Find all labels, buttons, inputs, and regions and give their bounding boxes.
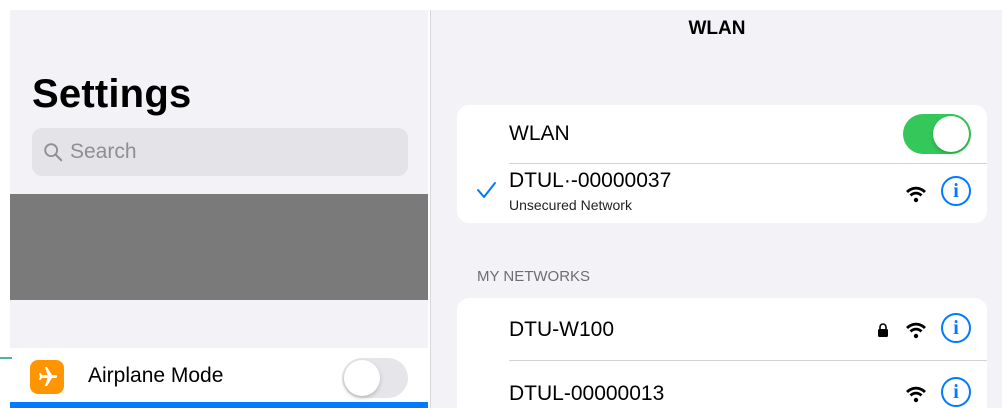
checkmark-icon (477, 182, 496, 198)
sidebar-item-airplane-mode[interactable]: Airplane Mode (10, 348, 428, 408)
my-networks-card: DTU-W100 i DTUL-00000013 i (457, 298, 987, 408)
nav-title: WLAN (688, 18, 746, 39)
wlan-toggle[interactable] (903, 114, 971, 154)
airplane-icon (30, 360, 64, 394)
wifi-icon (906, 386, 926, 403)
edge-marker (0, 357, 12, 359)
search-icon (44, 143, 63, 162)
toggle-knob (933, 116, 969, 152)
settings-sidebar: Settings Search Airplane Mode (10, 10, 428, 408)
page-title: Settings (32, 72, 192, 116)
divider (509, 360, 987, 361)
info-icon[interactable]: i (941, 176, 971, 206)
info-icon[interactable]: i (941, 313, 971, 343)
wifi-icon (906, 186, 926, 203)
toggle-knob (344, 360, 380, 396)
section-header-my-networks: MY NETWORKS (477, 268, 591, 285)
wlan-card: WLAN DTUL·-00000037 Unsecured Network i (457, 105, 987, 223)
connected-network-name: DTUL·-00000037 (509, 169, 672, 192)
sidebar-item-label: Airplane Mode (88, 364, 224, 387)
wifi-icon (906, 322, 926, 339)
network-name: DTUL-00000013 (509, 382, 665, 405)
redacted-region (10, 194, 428, 300)
divider (509, 163, 987, 164)
wlan-detail-panel: WLAN WLAN DTUL·-00000037 Unsecured Netwo… (430, 10, 1002, 408)
selection-indicator (10, 402, 428, 408)
search-input[interactable]: Search (32, 128, 408, 176)
airplane-mode-toggle[interactable] (342, 358, 408, 398)
network-name: DTU-W100 (509, 318, 615, 341)
connected-network-status: Unsecured Network (509, 197, 632, 213)
info-icon[interactable]: i (941, 377, 971, 407)
lock-icon (878, 323, 888, 337)
wlan-toggle-label: WLAN (509, 122, 570, 145)
search-placeholder: Search (70, 140, 137, 163)
